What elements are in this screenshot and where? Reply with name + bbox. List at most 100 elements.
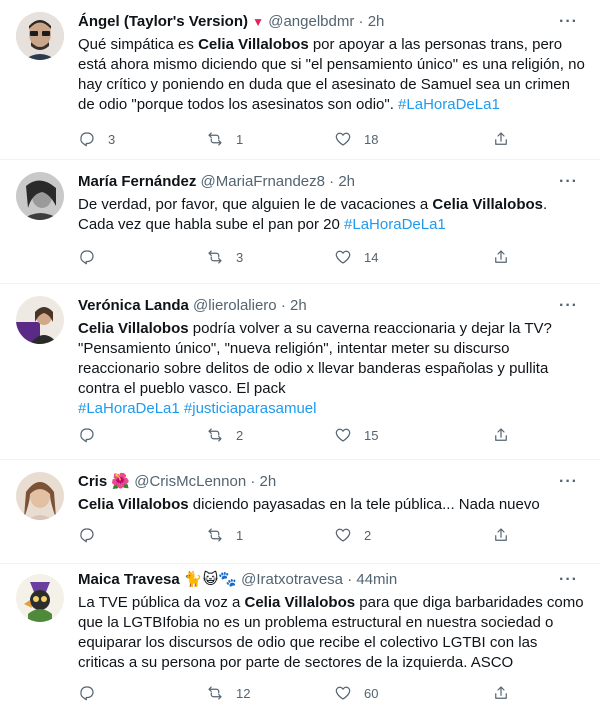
like-button[interactable]: 15 xyxy=(334,426,378,444)
tweet-card[interactable]: Cris 🌺 @CrisMcLennon · 2h ··· Celia Vill… xyxy=(0,460,600,564)
share-icon xyxy=(495,528,507,541)
tweet-text: La TVE pública da voz a Celia Villalobos… xyxy=(78,593,586,673)
separator-dot: · xyxy=(358,13,364,30)
separator-dot: · xyxy=(329,173,335,190)
display-name[interactable]: María Fernández xyxy=(78,173,196,190)
reply-icon xyxy=(80,132,94,147)
user-handle[interactable]: @MariaFrnandez8 xyxy=(201,173,325,190)
heart-icon xyxy=(335,686,351,700)
highlighted-name: Celia Villalobos xyxy=(198,36,309,53)
reply-button[interactable] xyxy=(78,684,108,702)
user-handle[interactable]: @Iratxotravesa xyxy=(241,571,343,588)
tweet-header: Cris 🌺 @CrisMcLennon · 2h ··· xyxy=(78,472,586,492)
retweet-button[interactable]: 2 xyxy=(206,426,243,444)
tweet-text: Celia Villalobos podría volver a su cave… xyxy=(78,319,586,419)
like-button[interactable]: 18 xyxy=(334,130,378,148)
more-options-icon[interactable]: ··· xyxy=(559,172,578,192)
tweet-card[interactable]: Ángel (Taylor's Version) ▼ @angelbdmr · … xyxy=(0,0,600,160)
tweet-text: De verdad, por favor, que alguien le de … xyxy=(78,195,586,235)
like-count: 14 xyxy=(364,249,379,265)
tweet-header: Maica Travesa 🐈😺🐾 @Iratxotravesa · 44min… xyxy=(78,570,586,590)
reply-icon xyxy=(80,528,94,543)
avatar[interactable] xyxy=(16,172,64,220)
more-options-icon[interactable]: ··· xyxy=(559,296,578,316)
share-icon xyxy=(495,428,507,441)
highlighted-name: Celia Villalobos xyxy=(244,594,356,611)
flower-emoji-badge: 🌺 xyxy=(111,473,131,490)
timestamp[interactable]: 2h xyxy=(290,297,307,314)
reply-button[interactable]: 3 xyxy=(78,130,115,148)
tweet-text-part: La TVE pública da voz a xyxy=(78,594,245,611)
share-icon xyxy=(495,132,507,145)
user-handle[interactable]: @lierolaliero xyxy=(193,297,277,314)
timestamp[interactable]: 2h xyxy=(368,13,385,30)
hashtag-link[interactable]: #LaHoraDeLa1 xyxy=(344,216,446,233)
retweet-count: 3 xyxy=(236,249,244,265)
share-button[interactable] xyxy=(492,684,510,702)
highlighted-name: Celia Villalobos xyxy=(432,196,544,213)
tweet-text-part: diciendo payasadas en la tele pública...… xyxy=(188,496,540,513)
avatar[interactable] xyxy=(16,296,64,344)
share-button[interactable] xyxy=(492,426,510,444)
retweet-button[interactable]: 12 xyxy=(206,684,250,702)
timestamp[interactable]: 2h xyxy=(338,173,355,190)
avatar[interactable] xyxy=(16,472,64,520)
retweet-icon xyxy=(208,132,222,146)
display-name[interactable]: Maica Travesa xyxy=(78,571,180,588)
separator-dot: · xyxy=(347,571,353,588)
retweet-icon xyxy=(208,428,222,442)
retweet-icon xyxy=(208,528,222,542)
like-button[interactable]: 60 xyxy=(334,684,378,702)
user-handle[interactable]: @angelbdmr xyxy=(268,13,354,30)
reply-button[interactable] xyxy=(78,426,108,444)
tweet-text-part: De verdad, por favor, que alguien le de … xyxy=(78,196,433,213)
display-name[interactable]: Ángel (Taylor's Version) xyxy=(78,13,248,30)
user-handle[interactable]: @CrisMcLennon xyxy=(134,473,246,490)
display-name[interactable]: Cris xyxy=(78,473,107,490)
retweet-icon xyxy=(208,250,222,264)
reply-icon xyxy=(80,686,94,701)
share-icon xyxy=(495,686,507,699)
share-button[interactable] xyxy=(492,526,510,544)
retweet-count: 1 xyxy=(236,527,244,543)
more-options-icon[interactable]: ··· xyxy=(559,472,578,492)
hashtag-link[interactable]: #LaHoraDeLa1 xyxy=(398,96,500,113)
avatar-image xyxy=(16,574,64,622)
retweet-button[interactable]: 1 xyxy=(206,130,243,148)
highlighted-name: Celia Villalobos xyxy=(78,496,189,513)
heart-icon xyxy=(335,528,351,542)
like-button[interactable]: 14 xyxy=(334,248,378,266)
reply-icon xyxy=(80,250,94,265)
like-count: 18 xyxy=(364,131,379,147)
tweet-card[interactable]: Verónica Landa @lierolaliero · 2h ··· Ce… xyxy=(0,284,600,460)
more-options-icon[interactable]: ··· xyxy=(559,570,578,590)
tweet-actions: 12 60 xyxy=(78,684,538,704)
reply-button[interactable] xyxy=(78,526,108,544)
retweet-count: 12 xyxy=(236,685,251,701)
display-name[interactable]: Verónica Landa xyxy=(78,297,189,314)
tweet-card[interactable]: María Fernández @MariaFrnandez8 · 2h ···… xyxy=(0,160,600,284)
avatar[interactable] xyxy=(16,12,64,60)
hashtag-link[interactable]: #LaHoraDeLa1 #justiciaparasamuel xyxy=(78,400,316,417)
tweet-card[interactable]: Maica Travesa 🐈😺🐾 @Iratxotravesa · 44min… xyxy=(0,564,600,718)
retweet-button[interactable]: 1 xyxy=(206,526,243,544)
tweet-header: María Fernández @MariaFrnandez8 · 2h ··· xyxy=(78,172,586,192)
like-button[interactable]: 2 xyxy=(334,526,371,544)
reply-count: 3 xyxy=(108,131,116,147)
timestamp[interactable]: 44min xyxy=(356,571,397,588)
tweet-feed: Ángel (Taylor's Version) ▼ @angelbdmr · … xyxy=(0,0,600,718)
tweet-actions: 3 14 xyxy=(78,248,538,268)
heart-badge: ▼ xyxy=(252,15,265,29)
more-options-icon[interactable]: ··· xyxy=(559,12,578,32)
reply-button[interactable] xyxy=(78,248,108,266)
avatar-image xyxy=(16,296,64,344)
retweet-button[interactable]: 3 xyxy=(206,248,243,266)
like-count: 2 xyxy=(364,527,372,543)
retweet-count: 1 xyxy=(236,131,244,147)
share-button[interactable] xyxy=(492,130,510,148)
share-button[interactable] xyxy=(492,248,510,266)
avatar[interactable] xyxy=(16,574,64,622)
retweet-count: 2 xyxy=(236,427,244,443)
like-count: 60 xyxy=(364,685,379,701)
timestamp[interactable]: 2h xyxy=(260,473,277,490)
